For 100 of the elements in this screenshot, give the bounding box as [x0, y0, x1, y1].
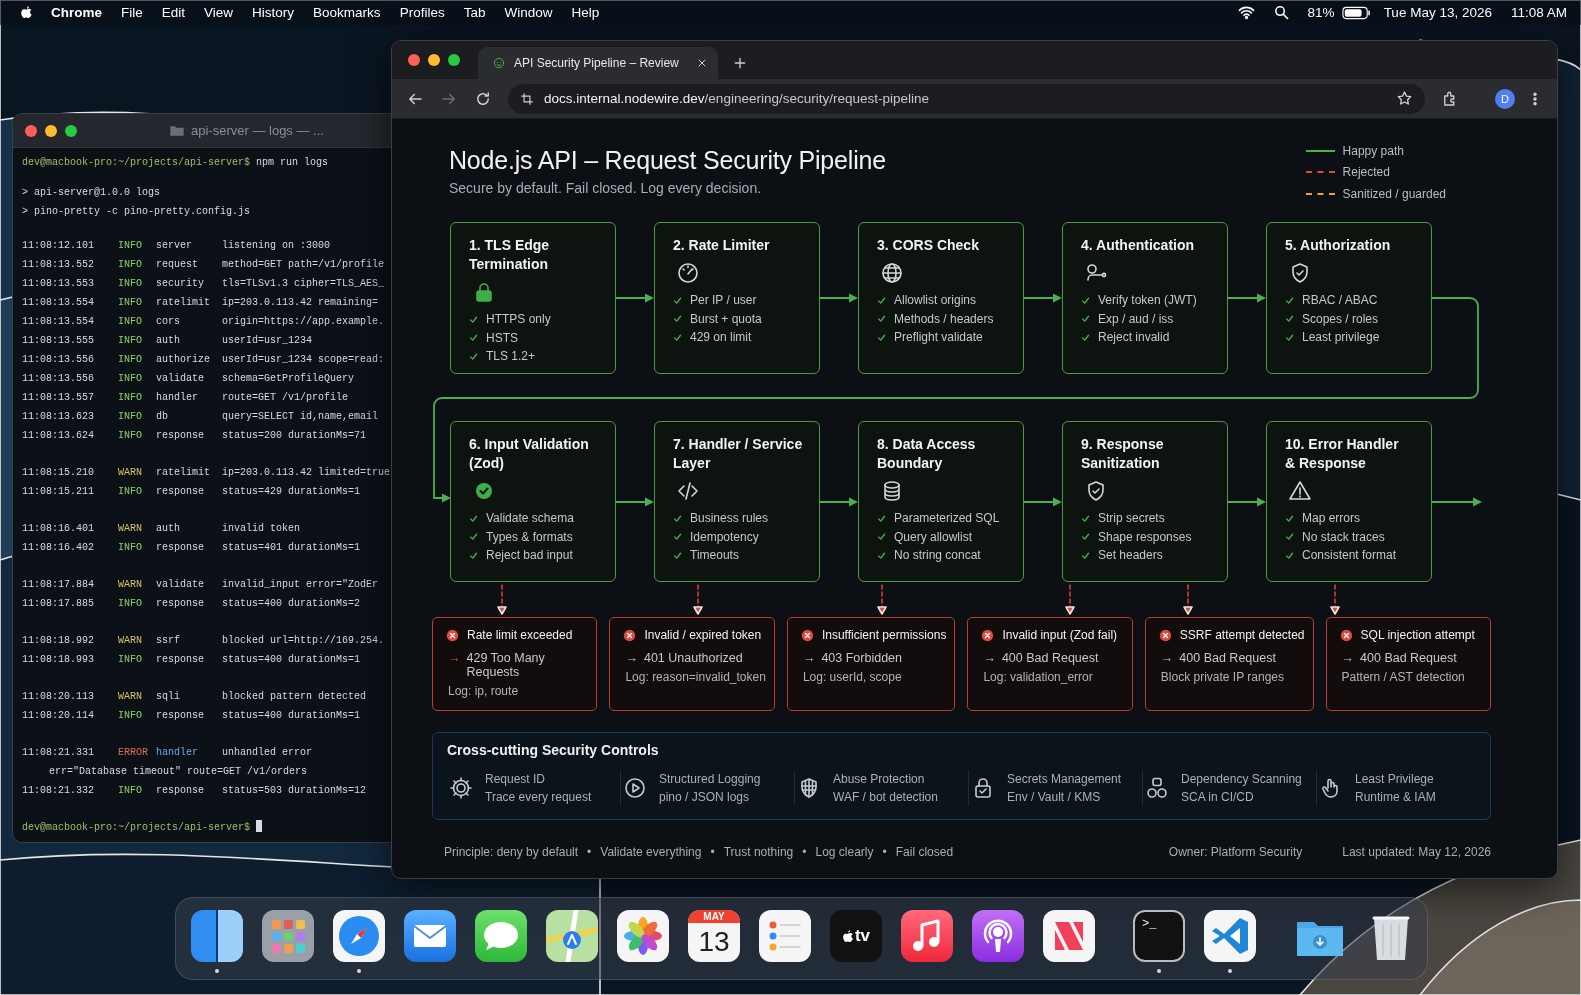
reload-button[interactable] [474, 89, 492, 108]
minimize-button[interactable] [45, 124, 57, 137]
wifi-icon[interactable] [1237, 4, 1255, 21]
menu-item[interactable]: History [252, 5, 295, 20]
log-level: INFO [118, 597, 143, 611]
rejection-detail: Log: validation_error [982, 670, 1094, 684]
search-icon[interactable] [1272, 4, 1290, 21]
principle-text: Validate everything [600, 845, 702, 859]
apple-menu-icon[interactable] [18, 4, 35, 21]
menu-item[interactable]: View [204, 5, 234, 20]
rejection-arrow [497, 584, 507, 615]
close-button[interactable] [408, 54, 420, 66]
rejection-detail: Log: reason=invalid_token [624, 670, 766, 684]
stage-title: 5. Authorization [1285, 236, 1392, 255]
check-label: HTTPS only [486, 312, 551, 327]
log-level: WARN [118, 578, 143, 592]
terminal-icon[interactable]: >_ [1133, 910, 1185, 962]
principle-text: Fail closed [895, 845, 954, 859]
music-note-icon[interactable] [901, 910, 953, 962]
grid-icon[interactable] [262, 910, 314, 962]
log-time: 11:08:13.554 [22, 315, 95, 329]
log-module: ssrf [156, 634, 181, 648]
split-square-icon[interactable] [191, 910, 243, 962]
flow-arrow [820, 293, 858, 303]
rejection-title: SSRF attempt detected [1179, 628, 1305, 642]
menu-item[interactable]: Profiles [399, 5, 445, 20]
speech-bubble-icon[interactable] [475, 910, 527, 962]
stage-title: 1. TLS Edge Termination [469, 236, 551, 274]
profile-avatar[interactable]: D [1495, 88, 1515, 109]
shell-prompt: dev@macbook-pro:~/projects/api-server$ [22, 157, 251, 168]
log-message: method=GET path=/v1/profile [222, 258, 386, 272]
code-editor-icon[interactable] [1204, 910, 1256, 962]
log-time: 11:08:13.623 [22, 410, 95, 424]
envelope-icon[interactable] [404, 910, 456, 962]
log-module: response [156, 485, 205, 499]
menu-item[interactable]: Help [571, 5, 600, 20]
compass-icon[interactable] [333, 910, 385, 962]
log-time: 11:08:16.401 [22, 522, 95, 536]
check-label: Parameterized SQL [894, 511, 1000, 526]
rejection-arrow [1065, 584, 1075, 615]
control-detail: Env / Vault / KMS [1007, 789, 1102, 806]
news-icon[interactable] [1043, 910, 1095, 962]
check-label: Least privilege [1302, 330, 1380, 345]
log-level: INFO [118, 334, 143, 348]
menu-item[interactable]: Edit [161, 5, 186, 20]
address-bar[interactable]: docs.internal.nodewire.dev/engineering/security/request-pipeline [508, 83, 1425, 114]
log-module: db [156, 410, 169, 424]
check-label: Query allowlist [894, 529, 973, 544]
menu-item[interactable]: Bookmarks [313, 5, 381, 20]
rejection-arrow [693, 584, 703, 615]
map-icon[interactable] [546, 910, 598, 962]
tab-title: API Security Pipeline – Review [514, 56, 680, 70]
minimize-button[interactable] [428, 54, 440, 66]
battery-icon[interactable] [1341, 5, 1370, 20]
close-button[interactable] [25, 124, 37, 137]
close-icon[interactable] [696, 57, 708, 69]
menu-item[interactable]: Chrome [51, 5, 102, 20]
check-label: Consistent format [1302, 548, 1397, 563]
battery-percent: 81% [1307, 5, 1335, 20]
rejection-detail: Log: userId, scope [801, 670, 903, 684]
podcast-icon[interactable] [972, 910, 1024, 962]
check-label: 429 on limit [690, 330, 752, 345]
log-time: 11:08:17.885 [22, 597, 95, 611]
log-message: userId=usr_1234 scope=read: [222, 353, 386, 367]
check-label: RBAC / ABAC [1302, 293, 1378, 308]
log-message: status=200 durationMs=71 [222, 429, 368, 443]
arrow-glyph: → [1341, 651, 1355, 665]
error-icon [446, 628, 459, 642]
list-icon[interactable] [759, 910, 811, 962]
menu-item[interactable]: File [121, 5, 143, 20]
stage-title: 6. Input Validation (Zod) [469, 435, 590, 473]
rejection-detail: Log: ip, route [447, 684, 520, 698]
separator-dot: • [802, 845, 807, 859]
check-label: Burst + quota [690, 311, 762, 326]
new-tab-button[interactable] [732, 55, 748, 71]
control-detail: pino / JSON logs [659, 789, 751, 806]
check-label: Shape responses [1098, 529, 1192, 544]
flower-icon[interactable] [617, 910, 669, 962]
control-name: Dependency Scanning [1181, 771, 1302, 788]
check-label: Timeouts [690, 548, 739, 563]
calendar-icon[interactable]: MAY 13 [688, 910, 740, 962]
zoom-button[interactable] [448, 54, 460, 66]
window-title: api-server — logs — ... [191, 123, 324, 138]
menu-date[interactable]: Tue May 13, 2026 [1383, 5, 1492, 20]
menu-item[interactable]: Window [504, 5, 553, 20]
log-module: auth [156, 522, 181, 536]
site-settings-icon[interactable] [520, 91, 534, 106]
log-level: INFO [118, 541, 143, 555]
log-level: INFO [118, 372, 143, 386]
arrow-glyph: → [625, 651, 638, 665]
zoom-button[interactable] [65, 124, 77, 137]
flow-arrow [1228, 293, 1266, 303]
bookmark-star-icon[interactable] [1396, 90, 1413, 107]
site-icon [492, 56, 506, 70]
tv-icon[interactable]: tv [830, 910, 882, 962]
browser-tab[interactable]: API Security Pipeline – Review [478, 47, 718, 79]
log-time: 11:08:13.553 [22, 277, 95, 291]
arrow-glyph: → [448, 651, 461, 665]
menu-item[interactable]: Tab [463, 5, 486, 20]
menu-clock[interactable]: 11:08 AM [1510, 5, 1567, 20]
